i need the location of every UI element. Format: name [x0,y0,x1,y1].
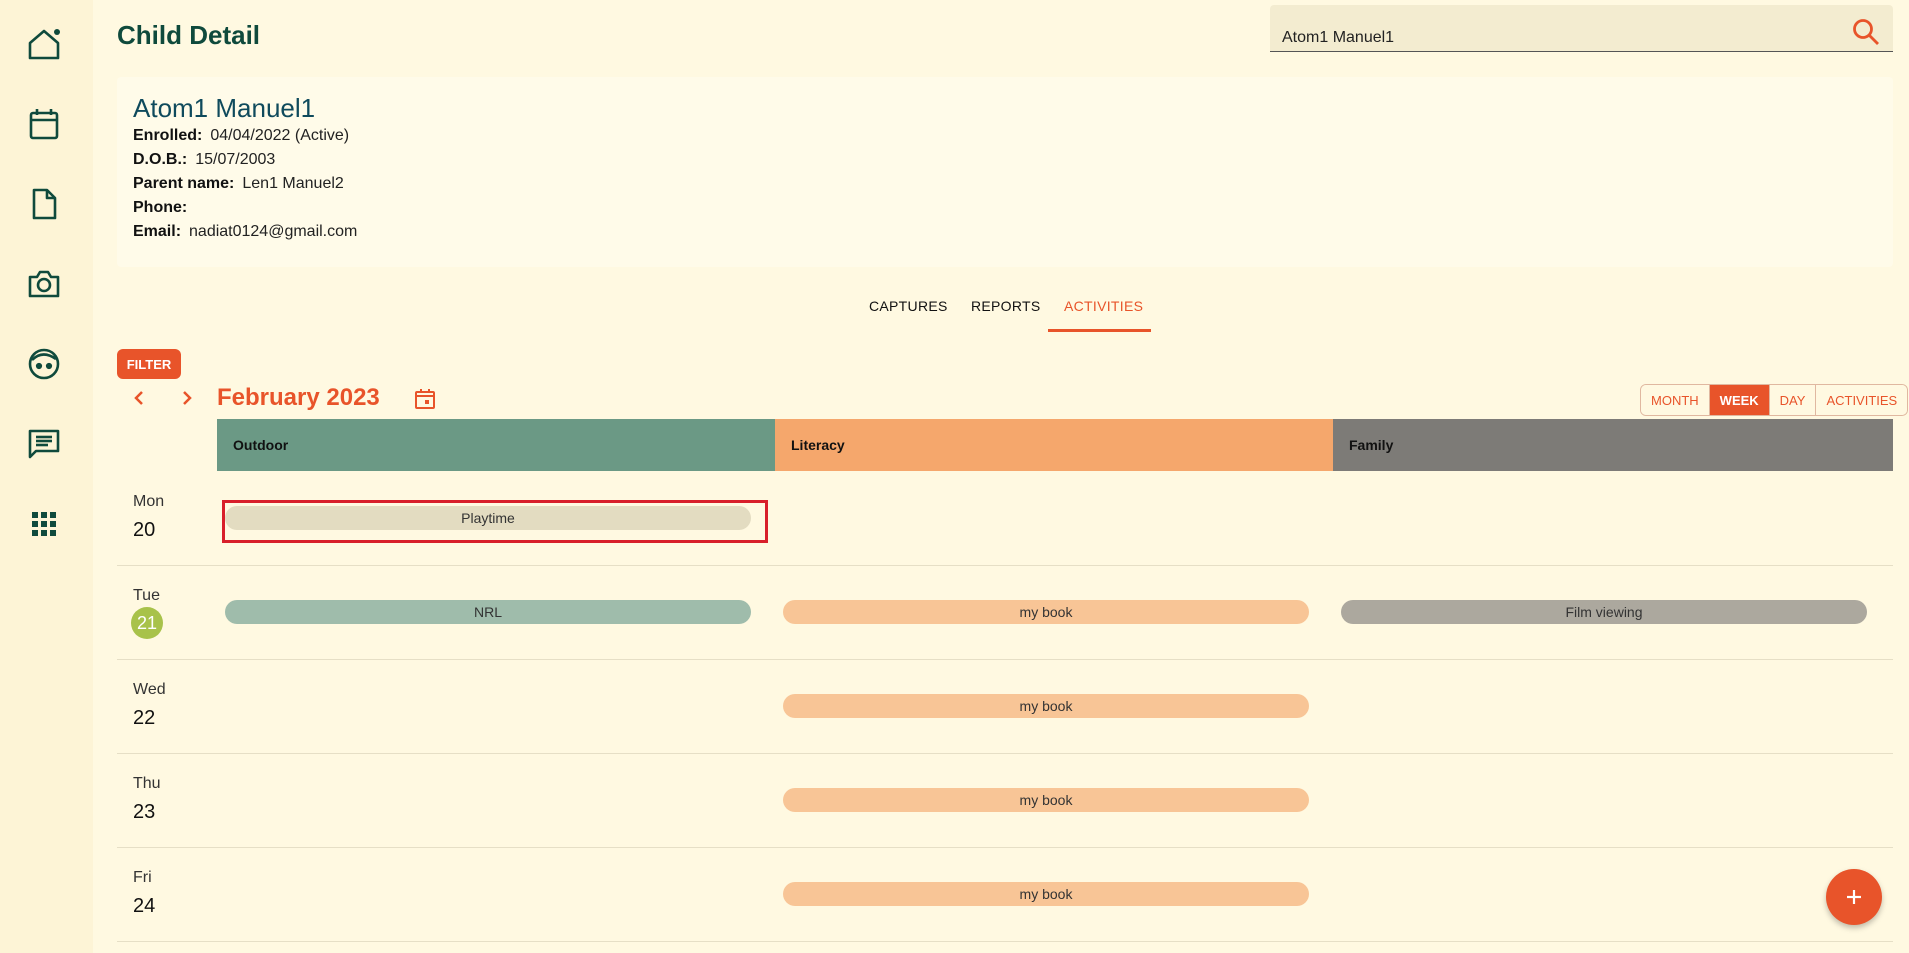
day-of-week-label: Thu [133,775,161,792]
chevron-left-icon[interactable] [127,386,151,410]
add-activity-button[interactable] [1826,869,1882,925]
child-profile-card: Atom1 Manuel1 Enrolled: 04/04/2022 (Activ… [117,77,1893,267]
day-number[interactable]: 24 [133,895,155,918]
email-value: nadiat0124@gmail.com [189,223,358,240]
parent-value: Len1 Manuel2 [242,175,344,192]
main-content: Child Detail Atom1 Manuel1 Atom1 Manuel1… [93,0,1909,953]
phone-label: Phone: [133,199,188,216]
day-row: Thu 23 my book [117,753,1893,848]
month-title: February 2023 [217,384,380,411]
tab-captures[interactable]: CAPTURES [869,298,948,314]
page-title: Child Detail [117,20,261,50]
apps-grid-icon[interactable] [22,502,66,546]
day-of-week-label: Wed [133,681,166,698]
activity-event[interactable]: NRL [225,600,751,624]
day-row: Wed 22 my book [117,659,1893,754]
chat-icon[interactable] [22,422,66,466]
day-number[interactable]: 23 [133,801,155,824]
phone-row: Phone: [133,199,195,217]
enrolled-row: Enrolled: 04/04/2022 (Active) [133,127,349,145]
view-day-button[interactable]: DAY [1769,385,1817,415]
date-picker-icon[interactable] [413,387,437,411]
today-date-badge[interactable]: 21 [131,607,163,639]
parent-label: Parent name: [133,175,235,192]
day-number[interactable]: 20 [133,519,155,542]
enrolled-label: Enrolled: [133,127,203,144]
activity-event[interactable]: Film viewing [1341,600,1867,624]
selection-highlight [222,500,768,543]
dob-value: 15/07/2003 [195,151,276,168]
active-tab-indicator [1048,329,1151,332]
day-row: Fri 24 my book [117,847,1893,942]
enrolled-value: 04/04/2022 (Active) [210,127,350,144]
email-row: Email: nadiat0124@gmail.com [133,223,357,241]
home-icon[interactable] [22,22,66,66]
view-activities-button[interactable]: ACTIVITIES [1816,385,1908,415]
chevron-right-icon[interactable] [175,386,199,410]
activity-event[interactable]: my book [783,882,1309,906]
calendar-icon[interactable] [22,102,66,146]
sidebar [0,0,93,953]
plus-icon [1847,890,1861,904]
column-header-literacy: Literacy [775,419,1333,471]
view-month-button[interactable]: MONTH [1641,385,1710,415]
dob-label: D.O.B.: [133,151,188,168]
day-of-week-label: Fri [133,869,152,886]
parent-row: Parent name: Len1 Manuel2 [133,175,344,193]
day-of-week-label: Tue [133,587,160,604]
child-face-icon[interactable] [22,342,66,386]
tab-activities[interactable]: ACTIVITIES [1064,298,1143,314]
search-input[interactable]: Atom1 Manuel1 [1282,29,1394,47]
activity-event[interactable]: my book [783,600,1309,624]
document-icon[interactable] [22,182,66,226]
dob-row: D.O.B.: 15/07/2003 [133,151,275,169]
email-label: Email: [133,223,182,240]
activity-event[interactable]: my book [783,788,1309,812]
search-icon[interactable] [1851,17,1881,47]
tab-reports[interactable]: REPORTS [971,298,1041,314]
activity-event[interactable]: my book [783,694,1309,718]
day-row: Tue 21 NRL my book Film viewing [117,565,1893,660]
child-name: Atom1 Manuel1 [133,93,316,123]
day-of-week-label: Mon [133,493,165,510]
column-header-outdoor: Outdoor [217,419,775,471]
view-week-button[interactable]: WEEK [1709,385,1770,415]
camera-icon[interactable] [22,262,66,306]
filter-button[interactable]: FILTER [117,349,181,379]
day-number[interactable]: 22 [133,707,155,730]
search-field[interactable]: Atom1 Manuel1 [1270,5,1893,52]
view-switcher: MONTH WEEK DAY ACTIVITIES [1640,384,1909,416]
column-header-family: Family [1333,419,1893,471]
detail-tabs: CAPTURES REPORTS ACTIVITIES [93,290,1909,334]
